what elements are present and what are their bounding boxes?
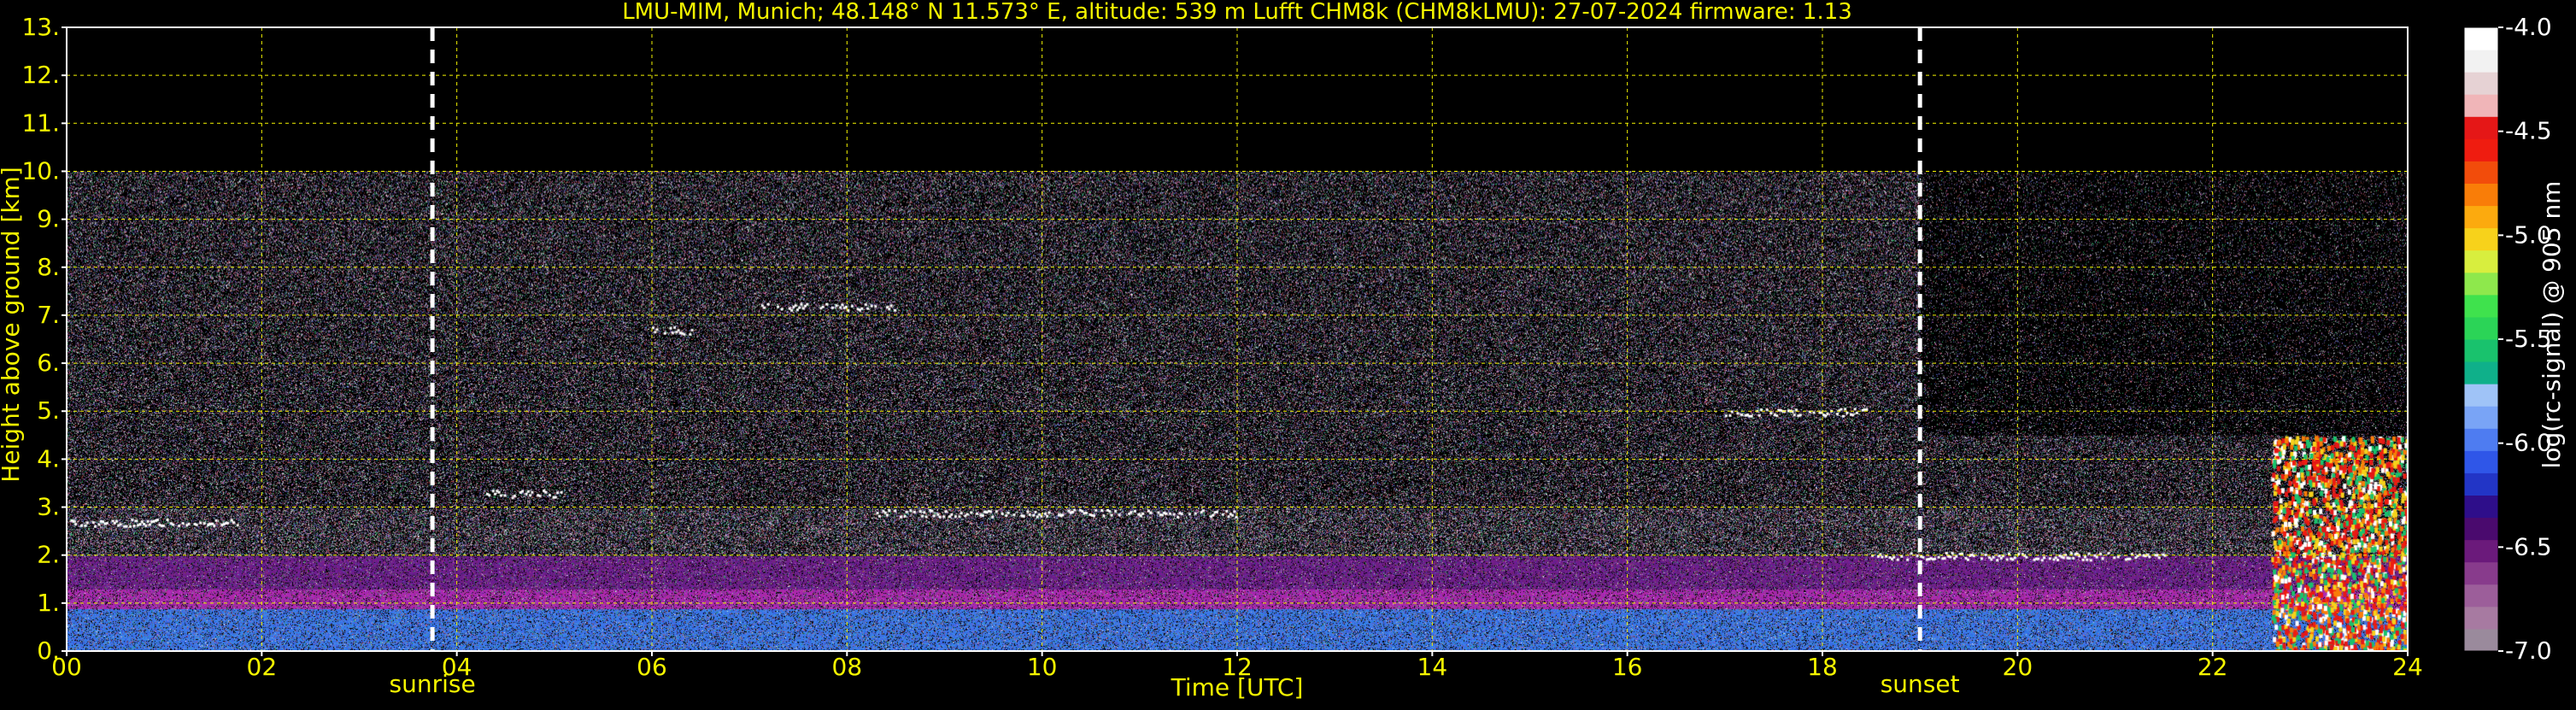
x-tick-label: 24	[2392, 653, 2423, 681]
colorbar-tick-label: -7.0	[2505, 637, 2552, 665]
colorbar-swatch	[2464, 606, 2498, 630]
x-tick-label: 08	[832, 653, 863, 681]
x-tick-label: 20	[2003, 653, 2033, 681]
colorbar-swatch	[2464, 539, 2498, 563]
x-tick-label: 02	[247, 653, 278, 681]
colorbar-swatch	[2464, 384, 2498, 407]
colorbar-swatch	[2464, 272, 2498, 296]
x-tick-label: 16	[1612, 653, 1643, 681]
colorbar-swatch	[2464, 94, 2498, 117]
colorbar-swatch	[2464, 584, 2498, 607]
colorbar-swatch	[2464, 472, 2498, 496]
x-tick-label: 04	[442, 653, 472, 681]
colorbar-swatch	[2464, 138, 2498, 161]
colorbar-swatch	[2464, 116, 2498, 139]
colorbar-swatch	[2464, 27, 2498, 50]
x-tick-label: 18	[1807, 653, 1838, 681]
chart-title: LMU-MIM, Munich; 48.148° N 11.573° E, al…	[622, 0, 1852, 25]
y-tick-label: 9.	[37, 205, 60, 233]
ceilometer-chart: sunrise sunset 00 02 04 06 08 10 12 14 16 18 20 22 24…	[0, 0, 2576, 706]
colorbar-swatch	[2464, 205, 2498, 229]
colorbar-swatch	[2464, 161, 2498, 184]
y-tick-label: 7.	[37, 301, 60, 329]
sunset-label: sunset	[1881, 670, 1960, 698]
x-tick-label: 06	[637, 653, 667, 681]
y-tick-label: 4.	[37, 444, 60, 472]
y-tick-label: 2.	[37, 541, 60, 569]
x-tick-label: 22	[2198, 653, 2228, 681]
colorbar-swatch	[2464, 183, 2498, 207]
colorbar-swatch	[2464, 72, 2498, 95]
colorbar-swatch	[2464, 316, 2498, 340]
y-axis-label: Height above ground [km]	[0, 167, 25, 483]
colorbar-swatch	[2464, 294, 2498, 318]
colorbar-swatch	[2464, 561, 2498, 585]
colorbar-label: log(rc-signal) @ 905 nm	[2538, 181, 2566, 469]
colorbar-swatch	[2464, 628, 2498, 652]
y-tick-label: 10.	[21, 156, 60, 185]
colorbar-swatch	[2464, 450, 2498, 473]
colorbar-swatch	[2464, 428, 2498, 451]
colorbar-swatch	[2464, 495, 2498, 519]
x-tick-label: 14	[1417, 653, 1448, 681]
colorbar-swatch	[2464, 249, 2498, 273]
colorbar-tick-label: -4.5	[2505, 117, 2552, 145]
y-tick-label: 3.	[37, 493, 60, 521]
colorbar-swatch	[2464, 339, 2498, 362]
y-tick-label: 0.	[37, 637, 60, 665]
colorbar-swatch	[2464, 406, 2498, 429]
y-tick-label: 12.	[21, 61, 60, 89]
y-tick-label: 13.	[21, 13, 60, 41]
y-tick-label: 1.	[37, 589, 60, 617]
colorbar-tick-label: -6.5	[2505, 532, 2552, 560]
colorbar-swatch	[2464, 361, 2498, 384]
chart-svg: sunrise sunset 00 02 04 06 08 10 12 14 16 18 20 22 24…	[0, 0, 2566, 701]
colorbar-swatch	[2464, 517, 2498, 541]
y-tick-label: 8.	[37, 253, 60, 281]
y-tick-label: 5.	[37, 396, 60, 425]
colorbar-tick-label: -4.0	[2505, 13, 2552, 41]
y-tick-label: 11.	[21, 109, 60, 137]
colorbar-swatch	[2464, 227, 2498, 251]
x-axis-label: Time [UTC]	[1171, 673, 1304, 701]
y-tick-label: 6.	[37, 349, 60, 377]
colorbar-swatch	[2464, 50, 2498, 73]
x-tick-label: 10	[1027, 653, 1058, 681]
plot-area	[67, 27, 2408, 651]
